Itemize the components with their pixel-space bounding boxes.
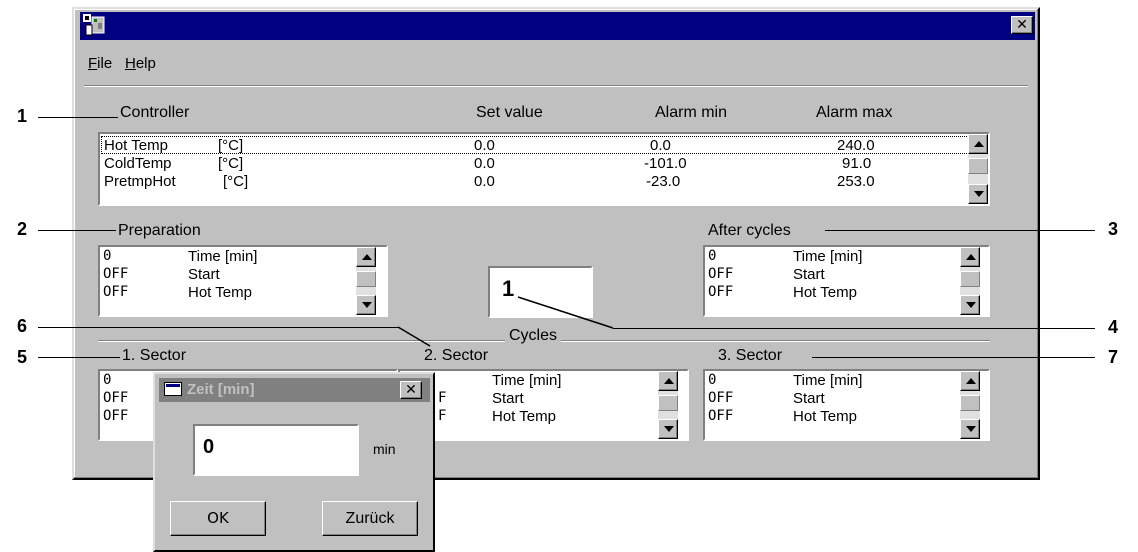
callout-6: 6 bbox=[17, 316, 28, 336]
time-input[interactable]: 0 bbox=[193, 424, 359, 476]
dialog-title: Zeit [min] bbox=[187, 381, 255, 398]
back-button[interactable]: Zurück bbox=[322, 501, 418, 536]
ok-button[interactable]: OK bbox=[170, 501, 266, 536]
callout-4: 4 bbox=[1108, 317, 1119, 337]
callout-7: 7 bbox=[1108, 347, 1119, 367]
callout-1: 1 bbox=[17, 106, 28, 126]
callout-5: 5 bbox=[17, 347, 28, 367]
callout-3: 3 bbox=[1108, 219, 1119, 239]
dialog-window-icon bbox=[164, 382, 182, 396]
callout-2: 2 bbox=[17, 219, 28, 239]
dialog-close-button[interactable]: ✕ bbox=[400, 381, 422, 399]
unit-label: min bbox=[373, 441, 396, 457]
